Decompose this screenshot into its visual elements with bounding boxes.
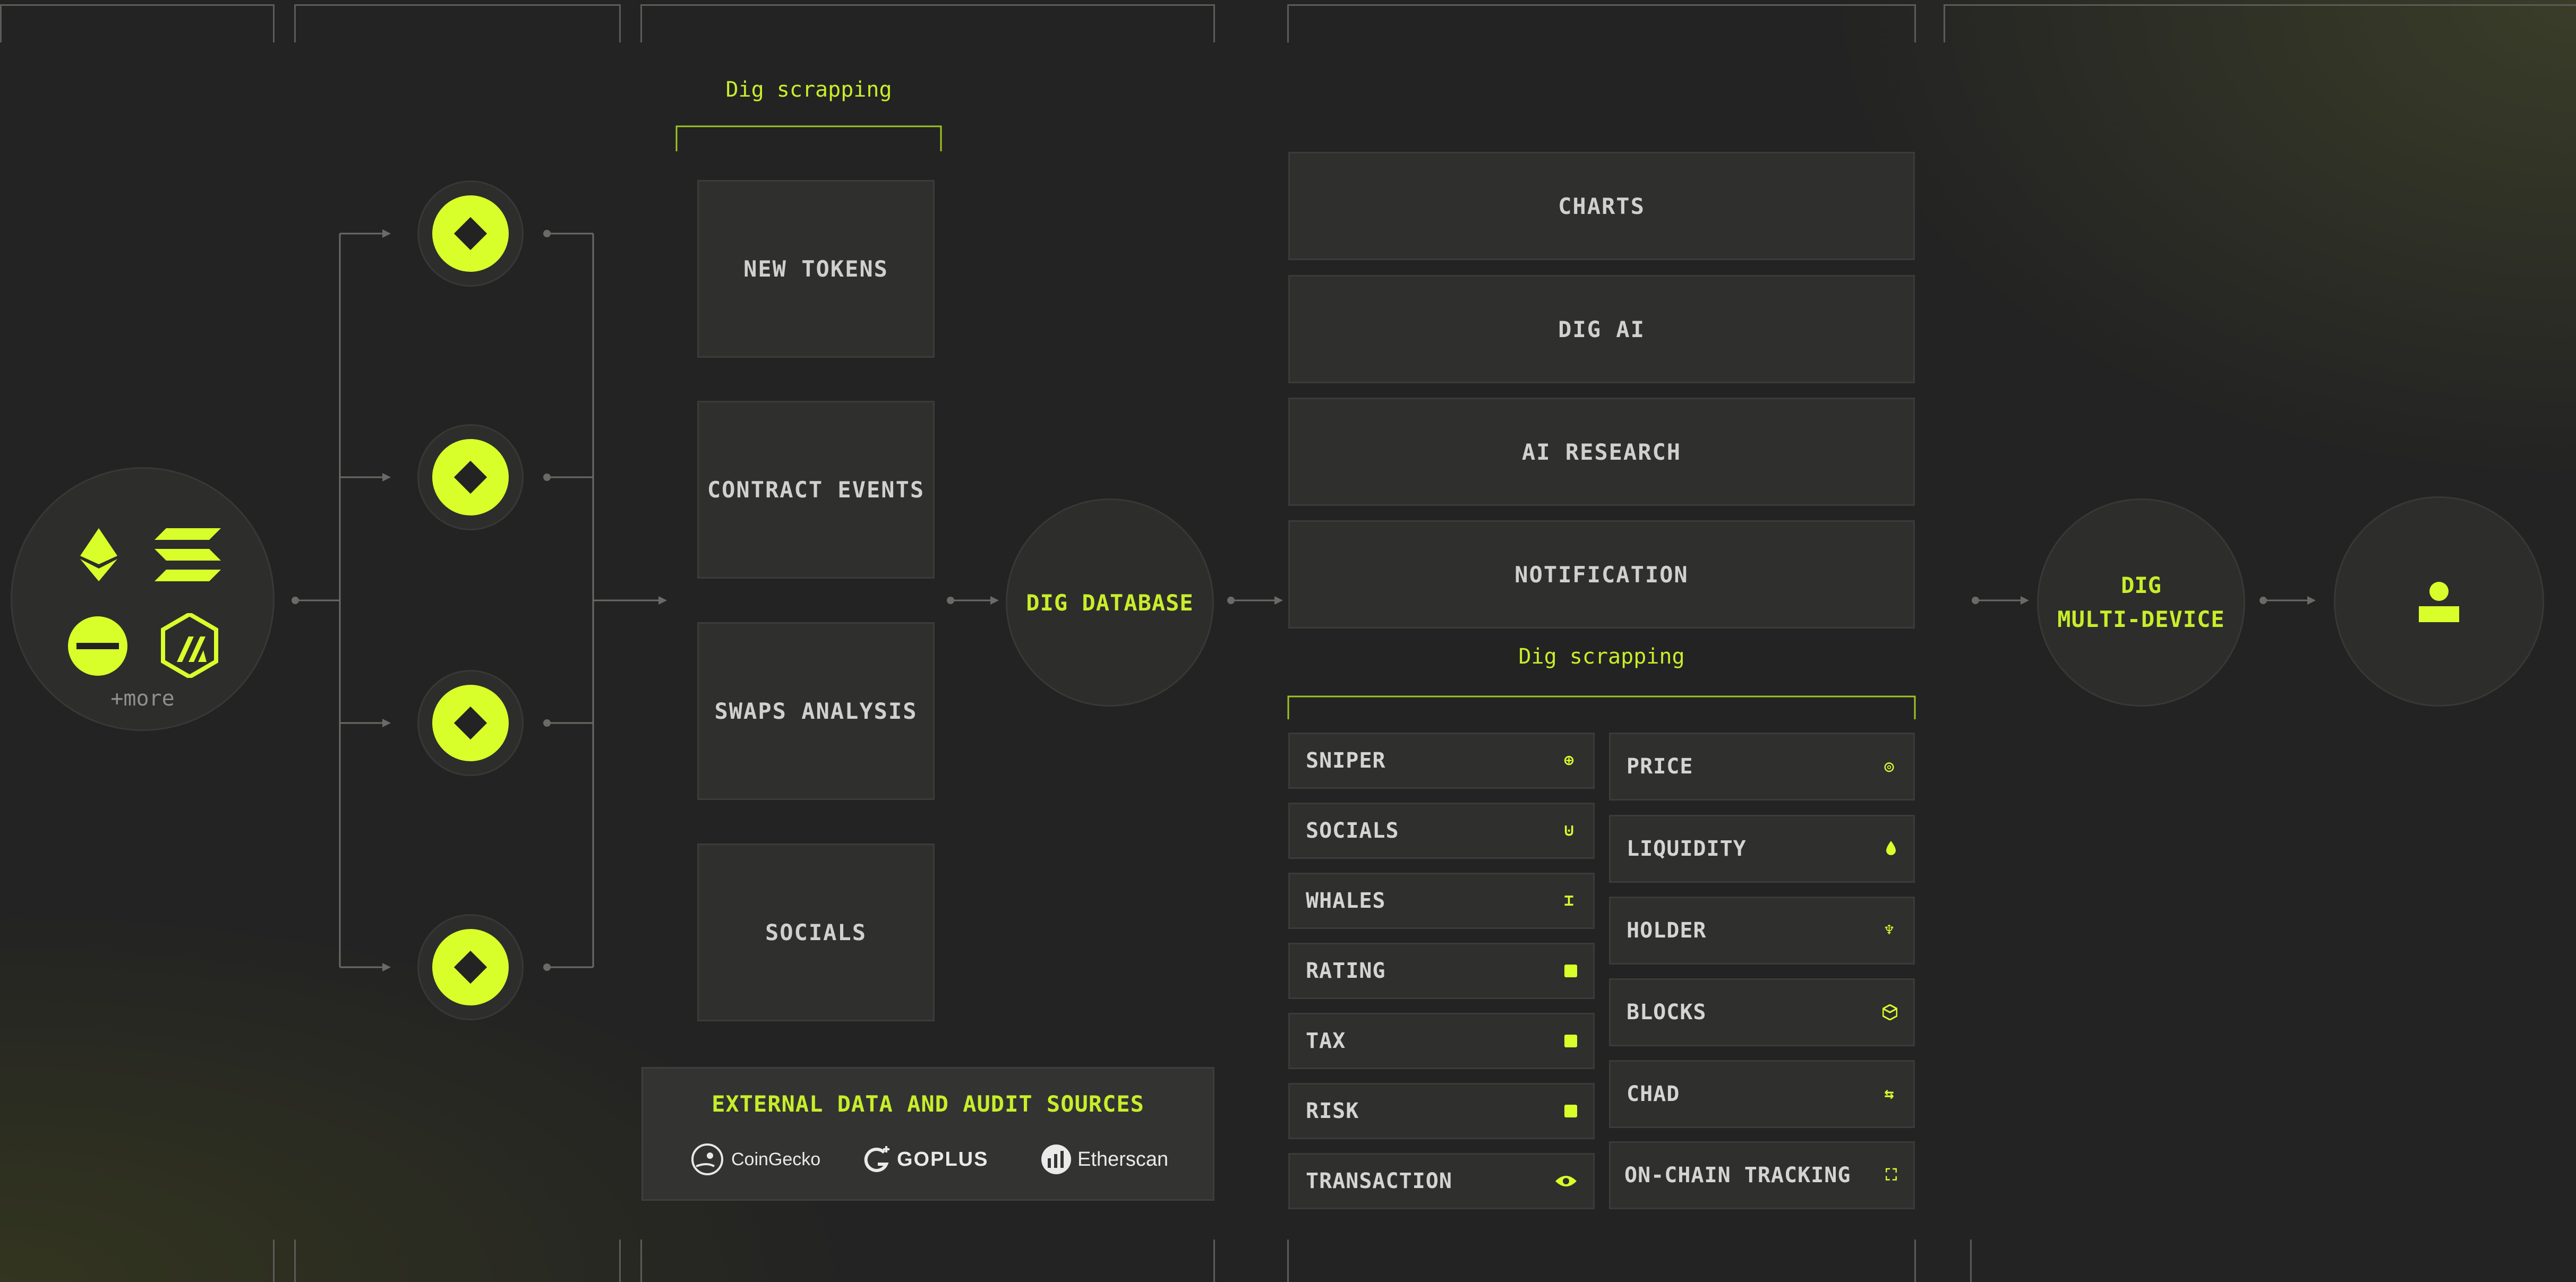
node-circle-4 [417,914,524,1020]
ethereum-icon [80,528,117,581]
feature-label: SNIPER [1306,748,1386,773]
feature-label: SOCIALS [1306,819,1399,843]
feature-whales: WHALES ⌶ [1288,873,1595,929]
feature-label: LIQUIDITY [1627,837,1747,861]
output-box-dig-ai: DIG AI [1288,275,1915,383]
node-icon [432,685,509,761]
output-box-ai-research: AI RESEARCH [1288,398,1915,506]
user-icon [2419,582,2459,622]
drop-icon [1886,841,1896,855]
output-box-notification: NOTIFICATION [1288,520,1915,629]
node-circle-2 [417,424,524,530]
node-icon [432,929,509,1005]
optimism-icon [68,616,127,676]
multi-device-circle: DIG MULTI-DEVICE [2037,498,2245,707]
more-chains-label: +more [110,686,175,711]
multi-device-line2: MULTI-DEVICE [2057,606,2225,632]
feature-label: TAX [1306,1029,1346,1053]
feature-label: PRICE [1627,754,1693,779]
feature-label: ON-CHAIN TRACKING [1624,1163,1851,1188]
node-circle-3 [417,670,524,776]
scraper-bottom-label: Dig scrapping [1518,644,1685,669]
node-icon [432,195,509,272]
risk-icon [1564,1105,1577,1117]
chains-circle: +more [11,467,275,731]
goplus-icon [864,1146,889,1172]
source-box-contract-events: CONTRACT EVENTS [697,401,935,579]
etherscan-logo: Etherscan [1040,1142,1168,1177]
arbitrum-icon [161,613,218,678]
feature-blocks: BLOCKS [1609,978,1915,1046]
etherscan-label: Etherscan [1077,1148,1169,1171]
feature-on-chain-tracking: ON-CHAIN TRACKING ⛶ [1609,1141,1915,1209]
user-circle [2334,496,2544,707]
source-box-socials: SOCIALS [697,844,935,1021]
tax-icon [1564,1035,1577,1047]
coingecko-icon [691,1143,723,1175]
external-sources-title: EXTERNAL DATA AND AUDIT SOURCES [712,1091,1144,1117]
feature-label: RISK [1306,1099,1359,1123]
swap-icon: ⇆ [1884,1085,1895,1103]
feature-socials: SOCIALS ⊍ [1288,803,1595,859]
feature-chad: CHAD ⇆ [1609,1060,1915,1128]
coingecko-logo: CoinGecko [691,1142,820,1177]
source-box-swaps-analysis: SWAPS ANALYSIS [697,622,935,800]
output-box-charts: CHARTS [1288,152,1915,260]
magnet-icon: ⊍ [1564,821,1574,840]
coingecko-label: CoinGecko [731,1149,821,1169]
whale-tail-icon: ⌶ [1564,891,1574,910]
dig-database-circle: DIG DATABASE [1006,498,1214,707]
scan-icon: ⛶ [1886,1166,1897,1184]
goplus-label: GOPLUS [897,1148,989,1171]
feature-label: TRANSACTION [1306,1169,1452,1193]
rating-icon [1564,965,1577,977]
feature-holder: HOLDER ♆ [1609,897,1915,965]
source-box-new-tokens: NEW TOKENS [697,180,935,358]
goplus-logo: GOPLUS [863,1142,988,1177]
cube-icon [1882,1004,1897,1020]
feature-label: RATING [1306,959,1386,983]
feature-liquidity: LIQUIDITY [1609,815,1915,883]
node-icon [432,439,509,515]
eye-icon [1555,1176,1577,1186]
feature-risk: RISK [1288,1083,1595,1139]
feature-label: HOLDER [1627,918,1707,943]
solana-icon [155,528,221,581]
feature-tax: TAX [1288,1013,1595,1069]
feature-sniper: SNIPER ⊕ [1288,733,1595,789]
holder-icon: ♆ [1884,921,1895,940]
feature-label: BLOCKS [1627,1000,1707,1025]
feature-label: CHAD [1627,1082,1680,1106]
feature-rating: RATING [1288,943,1595,999]
crosshair-icon: ⊕ [1564,751,1574,770]
multi-device-line1: DIG [2121,572,2161,598]
feature-price: PRICE ◎ [1609,733,1915,801]
external-sources-panel: EXTERNAL DATA AND AUDIT SOURCES CoinGeck… [641,1067,1214,1201]
feature-label: WHALES [1306,889,1386,913]
node-circle-1 [417,180,524,287]
dig-database-label: DIG DATABASE [1026,589,1194,616]
scraper-top-label: Dig scrapping [725,78,892,102]
target-icon: ◎ [1884,757,1895,776]
feature-transaction: TRANSACTION [1288,1153,1595,1209]
etherscan-icon [1041,1145,1071,1174]
